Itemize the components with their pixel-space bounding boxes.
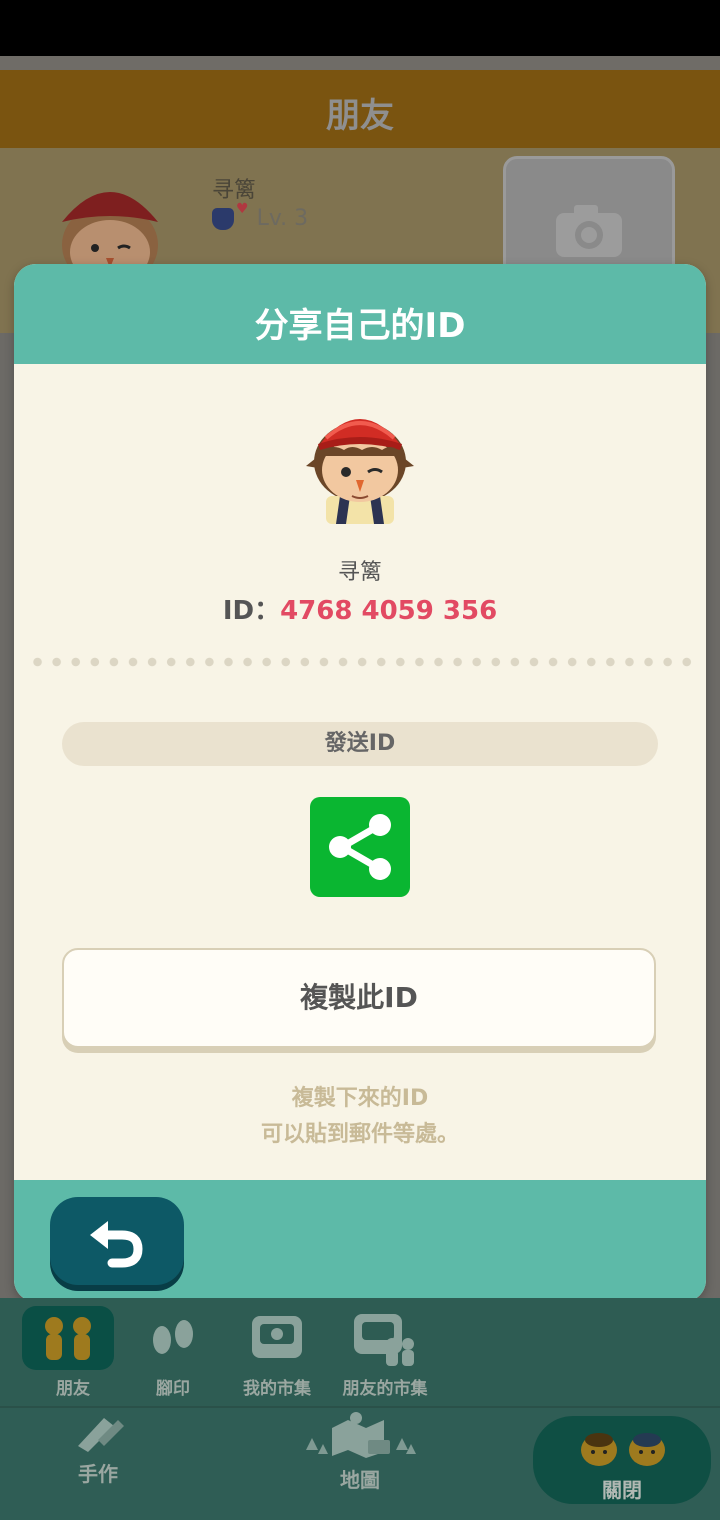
subnav-label: 朋友的市集 [342,1379,428,1399]
subnav-item-friends-market[interactable]: 朋友的市集 [330,1300,440,1404]
copy-hint-line1: 複製下來的ID [291,1086,429,1111]
subnav-item-my-market[interactable]: 我的市集 [222,1300,332,1404]
nav-craft[interactable]: 手作 [50,1410,146,1487]
my-market-icon [252,1316,302,1358]
footprint-icon [153,1320,193,1354]
dotted-divider [28,656,698,668]
id-label: ID： [222,596,281,626]
id-value: 4768 4059 356 [280,596,498,626]
nav-label: 手作 [78,1462,118,1486]
craft-icon [78,1418,124,1452]
friends-header-title: 朋友 [326,96,394,136]
camera-icon [556,205,622,257]
cat-icon [212,208,234,230]
friends-icon [45,1317,91,1360]
subnav-item-footprints[interactable]: 腳印 [118,1300,228,1404]
subnav-label: 腳印 [156,1379,190,1399]
nav-map[interactable]: 地圖 [296,1410,424,1493]
nav-label: 地圖 [340,1468,380,1492]
share-id-dialog: 分享自己的ID 寻篱 ID：4768 4059 356 發送ID 複製此ID 複… [14,264,706,1302]
nav-divider [0,1406,720,1408]
nav-close-button[interactable]: 關閉 [533,1416,711,1504]
friends-market-icon [354,1314,414,1366]
heart-icon: ♥ [236,201,249,217]
status-bar [0,0,720,56]
nav-label: 關閉 [602,1478,642,1502]
level-text: Lv. 3 [256,206,309,231]
player-avatar [306,419,414,524]
send-id-label: 發送ID [62,722,658,766]
villagers-icon [581,1433,665,1466]
subnav-item-friends[interactable]: 朋友 [18,1300,128,1404]
dialog-title: 分享自己的ID [254,306,466,346]
back-button[interactable] [50,1197,184,1285]
copy-id-button[interactable]: 複製此ID [62,948,656,1048]
subnav-label: 我的市集 [243,1379,311,1399]
undo-arrow-icon [90,1221,143,1268]
player-id: ID：4768 4059 356 [14,590,706,627]
player-name: 寻篱 [337,560,382,585]
share-icon [329,814,391,880]
share-button[interactable] [310,797,410,897]
map-icon [306,1412,416,1458]
copy-hint-line2: 可以貼到郵件等處。 [260,1122,459,1147]
subnav-label: 朋友 [56,1379,90,1399]
profile-name: 寻篱 [212,178,257,203]
profile-level: ♥ Lv. 3 [212,201,309,231]
top-spacer [0,56,720,70]
